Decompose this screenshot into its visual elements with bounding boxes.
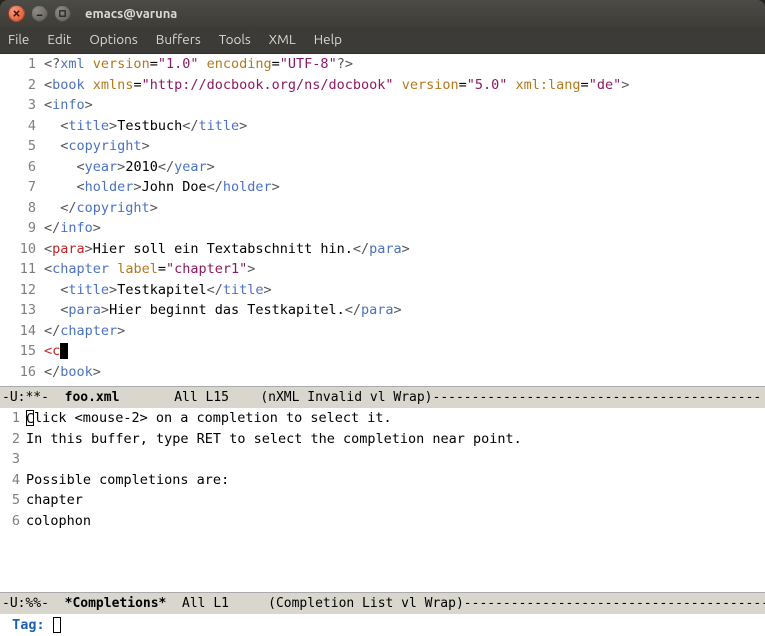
menu-xml[interactable]: XML xyxy=(269,31,296,47)
modeline-dashes: ----------------------------------------… xyxy=(433,390,765,405)
gutter: 11 xyxy=(0,259,44,280)
gutter: 6 xyxy=(0,157,44,178)
gutter: 1 xyxy=(0,408,26,429)
emacs-window: emacs@varuna File Edit Options Buffers T… xyxy=(0,0,765,636)
code-line[interactable]: <title>Testkapitel</title> xyxy=(44,280,765,301)
titlebar[interactable]: emacs@varuna xyxy=(0,0,765,27)
code-line[interactable]: <?xml version="1.0" encoding="UTF-8"?> xyxy=(44,54,765,75)
gutter: 5 xyxy=(0,136,44,157)
modeline-status: -U:%%- xyxy=(2,596,65,611)
gutter: 5 xyxy=(0,490,26,511)
minimize-icon[interactable] xyxy=(31,5,48,22)
cursor-icon xyxy=(60,343,68,359)
modeline-pos: All L15 xyxy=(119,390,260,405)
cursor-hollow-icon: C xyxy=(26,410,34,426)
cursor-hollow-icon xyxy=(53,617,61,633)
buffer-name: *Completions* xyxy=(65,596,167,611)
code-line[interactable]: <para>Hier soll ein Textabschnitt hin.</… xyxy=(44,239,765,260)
modeline-dashes: --------------------------------------- xyxy=(464,596,765,611)
gutter: 13 xyxy=(0,300,44,321)
gutter: 6 xyxy=(0,511,26,532)
gutter: 7 xyxy=(0,177,44,198)
code-line[interactable]: <book xmlns="http://docbook.org/ns/docbo… xyxy=(44,75,765,96)
gutter: 14 xyxy=(0,321,44,342)
completion-item-chapter[interactable]: chapter xyxy=(26,490,765,511)
modeline-mode: (Completion List vl Wrap) xyxy=(268,596,464,611)
gutter: 15 xyxy=(0,341,44,362)
menu-file[interactable]: File xyxy=(8,31,29,47)
code-line[interactable]: <info> xyxy=(44,95,765,116)
code-line[interactable]: <year>2010</year> xyxy=(44,157,765,178)
gutter: 8 xyxy=(0,198,44,219)
gutter: 2 xyxy=(0,75,44,96)
modeline-mode: (nXML Invalid vl Wrap) xyxy=(260,390,432,405)
code-line[interactable]: <para>Hier beginnt das Testkapitel.</par… xyxy=(44,300,765,321)
gutter: 3 xyxy=(0,95,44,116)
gutter: 10 xyxy=(0,239,44,260)
window-title: emacs@varuna xyxy=(85,7,177,21)
buffer-completions[interactable]: 1Click <mouse-2> on a completion to sele… xyxy=(0,408,765,592)
menu-tools[interactable]: Tools xyxy=(219,31,251,47)
minibuffer-prompt: Tag: xyxy=(4,617,53,633)
menu-help[interactable]: Help xyxy=(314,31,342,47)
gutter: 3 xyxy=(0,449,26,470)
code-line[interactable]: </info> xyxy=(44,218,765,239)
code-line[interactable]: </book> xyxy=(44,362,765,383)
code-line[interactable]: <c xyxy=(44,341,765,362)
menu-buffers[interactable]: Buffers xyxy=(156,31,201,47)
menu-edit[interactable]: Edit xyxy=(47,31,71,47)
completion-heading: Possible completions are: xyxy=(26,470,765,491)
gutter: 1 xyxy=(0,54,44,75)
gutter: 4 xyxy=(0,470,26,491)
minibuffer[interactable]: Tag: xyxy=(0,614,765,636)
maximize-icon[interactable] xyxy=(54,5,71,22)
code-line[interactable]: <holder>John Doe</holder> xyxy=(44,177,765,198)
completion-item-colophon[interactable]: colophon xyxy=(26,511,765,532)
code-line[interactable]: <title>Testbuch</title> xyxy=(44,116,765,137)
modeline-status: -U:**- xyxy=(2,390,65,405)
code-line[interactable]: </chapter> xyxy=(44,321,765,342)
buffer-name: foo.xml xyxy=(65,390,120,405)
menubar: File Edit Options Buffers Tools XML Help xyxy=(0,27,765,54)
code-line[interactable]: <copyright> xyxy=(44,136,765,157)
modeline-pos: All L1 xyxy=(166,596,268,611)
gutter: 2 xyxy=(0,429,26,450)
buffer-main[interactable]: 1<?xml version="1.0" encoding="UTF-8"?> … xyxy=(0,54,765,386)
modeline-completions[interactable]: -U:%%- *Completions* All L1 (Completion … xyxy=(0,592,765,614)
close-icon[interactable] xyxy=(8,5,25,22)
gutter: 16 xyxy=(0,362,44,383)
code-line[interactable]: </copyright> xyxy=(44,198,765,219)
completion-help: In this buffer, type RET to select the c… xyxy=(26,429,765,450)
menu-options[interactable]: Options xyxy=(89,31,137,47)
gutter: 4 xyxy=(0,116,44,137)
gutter: 9 xyxy=(0,218,44,239)
gutter: 12 xyxy=(0,280,44,301)
completion-help: Click <mouse-2> on a completion to selec… xyxy=(26,408,765,429)
code-line[interactable]: <chapter label="chapter1"> xyxy=(44,259,765,280)
modeline-main[interactable]: -U:**- foo.xml All L15 (nXML Invalid vl … xyxy=(0,386,765,408)
